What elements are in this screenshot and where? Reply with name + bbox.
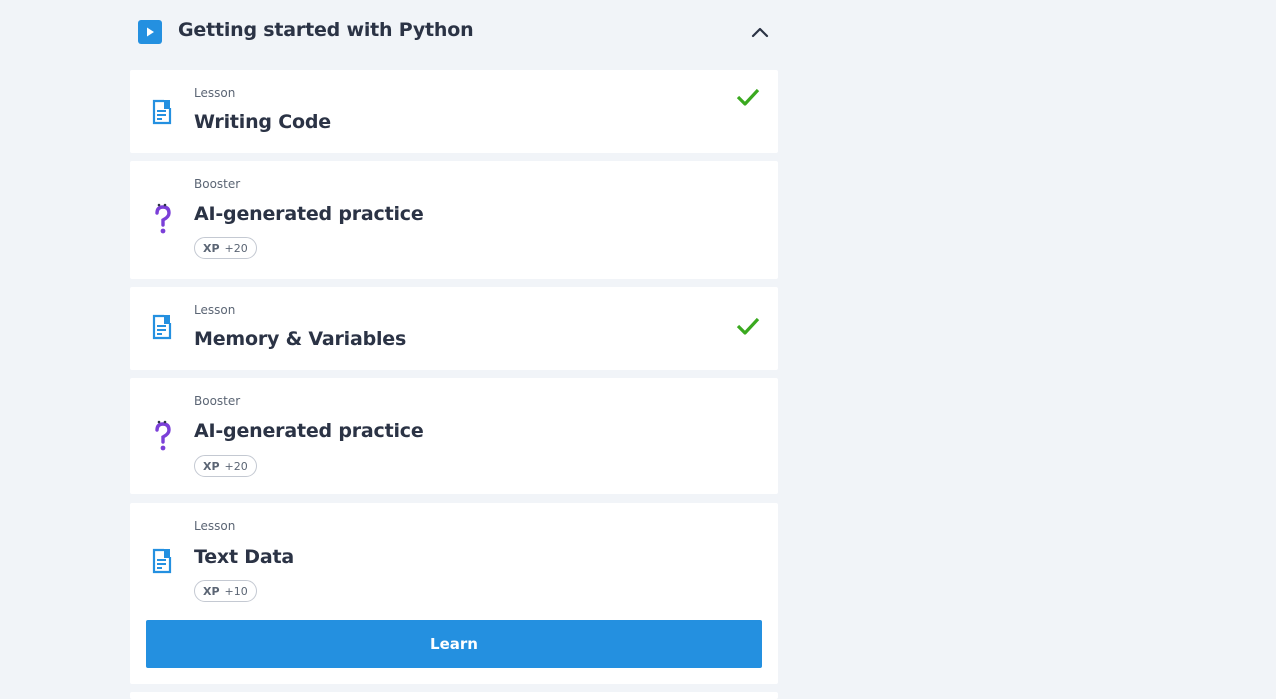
xp-value: +10 bbox=[224, 584, 248, 598]
booster-card[interactable]: Booster AI-generated practice XP +20 bbox=[130, 161, 778, 279]
checkmark-icon bbox=[736, 316, 762, 338]
xp-value: +20 bbox=[224, 241, 248, 255]
item-title: Memory & Variables bbox=[194, 328, 407, 350]
item-type: Booster bbox=[194, 394, 241, 408]
xp-label: XP bbox=[203, 459, 220, 473]
xp-badge: XP +20 bbox=[194, 455, 257, 477]
lesson-document-icon bbox=[150, 547, 174, 575]
item-type: Booster bbox=[194, 177, 241, 191]
checkmark-icon bbox=[736, 87, 762, 109]
item-title: AI-generated practice bbox=[194, 420, 424, 442]
item-type: Lesson bbox=[194, 303, 236, 317]
lesson-document-icon bbox=[150, 313, 174, 341]
lesson-card-current[interactable]: Lesson Text Data XP +10 Learn bbox=[130, 503, 778, 684]
item-title: Text Data bbox=[194, 546, 294, 568]
item-type: Lesson bbox=[194, 519, 236, 533]
xp-badge: XP +10 bbox=[194, 580, 257, 602]
item-type: Lesson bbox=[194, 86, 236, 100]
xp-label: XP bbox=[203, 241, 220, 255]
lesson-card[interactable]: Lesson Writing Code bbox=[130, 70, 778, 153]
xp-value: +20 bbox=[224, 459, 248, 473]
question-mark-icon bbox=[150, 203, 174, 234]
xp-badge: XP +20 bbox=[194, 237, 257, 259]
chapter-header[interactable]: Getting started with Python bbox=[130, 10, 778, 54]
chevron-up-icon[interactable] bbox=[748, 22, 772, 42]
learn-button[interactable]: Learn bbox=[146, 620, 762, 668]
xp-label: XP bbox=[203, 584, 220, 598]
play-icon bbox=[138, 20, 162, 44]
item-title: Writing Code bbox=[194, 111, 331, 133]
chapter-title: Getting started with Python bbox=[178, 19, 474, 41]
item-title: AI-generated practice bbox=[194, 203, 424, 225]
question-mark-icon bbox=[150, 420, 174, 451]
lesson-document-icon bbox=[150, 98, 174, 126]
lesson-card[interactable]: Lesson Memory & Variables bbox=[130, 287, 778, 370]
booster-card[interactable]: Booster AI-generated practice XP +20 bbox=[130, 378, 778, 494]
next-card[interactable] bbox=[130, 692, 778, 699]
